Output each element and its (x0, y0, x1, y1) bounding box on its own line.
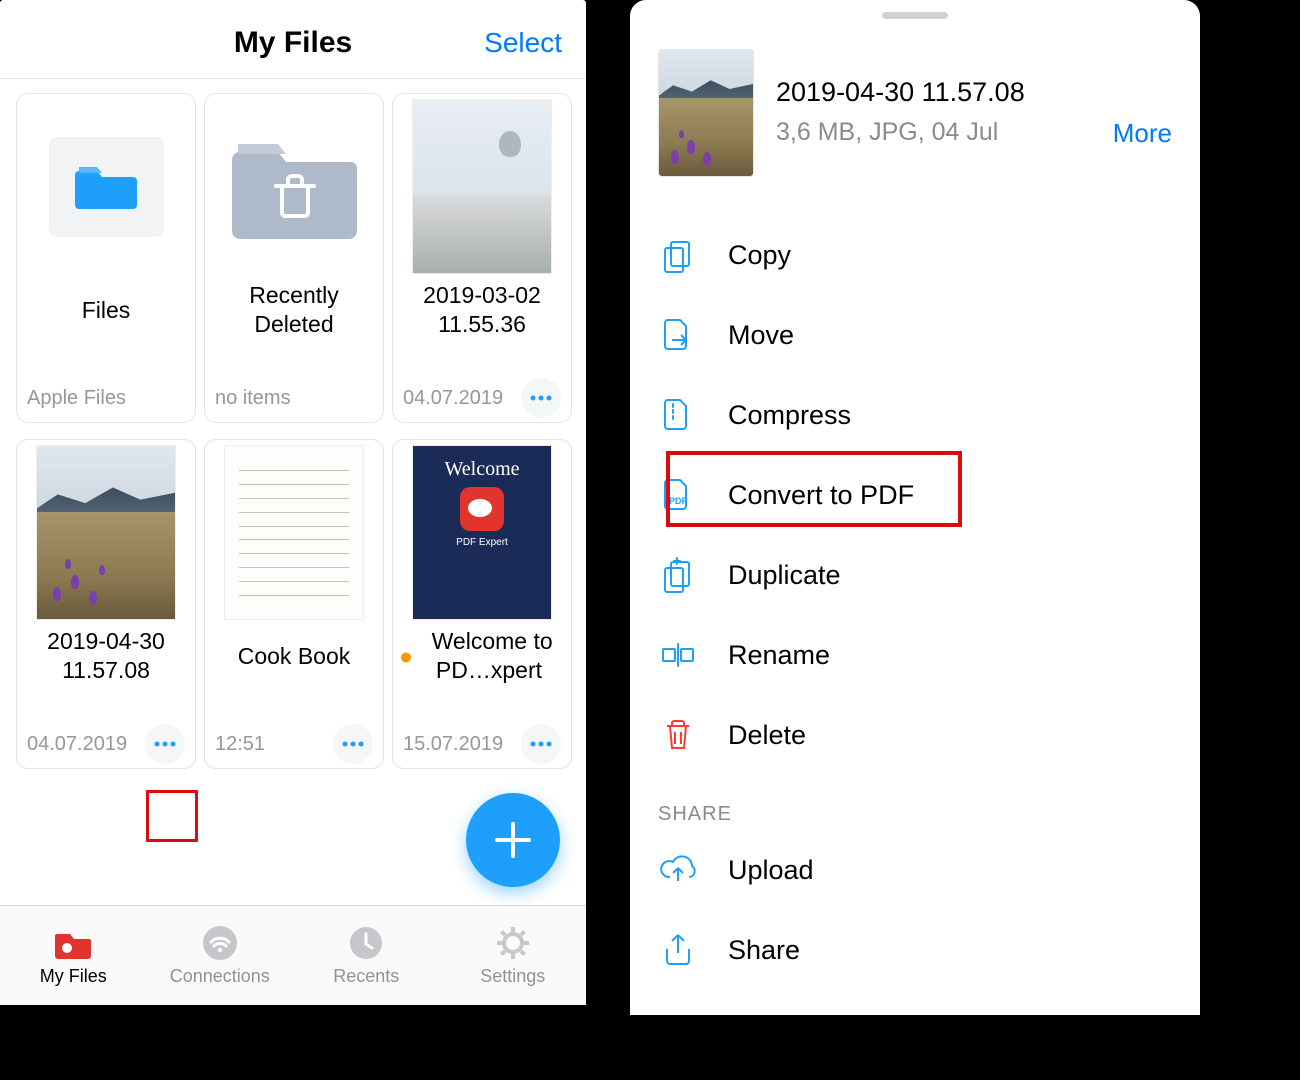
action-label: Convert to PDF (728, 480, 914, 511)
image-thumbnail (393, 94, 571, 279)
tab-recents[interactable]: Recents (293, 906, 440, 1005)
action-label: Copy (728, 240, 791, 271)
move-icon (658, 315, 698, 355)
tab-label: Recents (333, 966, 399, 987)
highlight-annotation (146, 790, 198, 842)
action-compress[interactable]: Compress (630, 375, 1200, 455)
image-thumbnail: Welcome PDF Expert (393, 440, 571, 625)
upload-cloud-icon (658, 850, 698, 890)
welcome-app: PDF Expert (456, 537, 508, 548)
tile-meta: no items (215, 387, 373, 410)
tile-name: 2019-03-02 11.55.36 (393, 279, 571, 341)
svg-text:PDF: PDF (669, 496, 688, 506)
folder-tile-recently-deleted[interactable]: Recently Deleted no items (204, 93, 384, 423)
file-tile-photo-crocus[interactable]: 2019-04-30 11.57.08 04.07.2019 (16, 439, 196, 769)
action-label: Rename (728, 640, 830, 671)
plus-icon (491, 818, 535, 862)
action-convert-to-pdf[interactable]: PDF Convert to PDF (630, 455, 1200, 535)
tile-meta: 15.07.2019 (403, 733, 521, 756)
action-label: Move (728, 320, 794, 351)
tab-label: My Files (40, 966, 107, 987)
folder-tile-files[interactable]: Files Apple Files (16, 93, 196, 423)
file-tile-photo-balloon[interactable]: 2019-03-02 11.55.36 04.07.2019 (392, 93, 572, 423)
file-browser-screen: My Files Select Files Apple Files (0, 0, 586, 1005)
pdf-icon: PDF (658, 475, 698, 515)
file-tile-welcome-pdf[interactable]: Welcome PDF Expert ● ● Welcome to PD…xpe… (392, 439, 572, 769)
welcome-heading: Welcome (444, 458, 519, 481)
nav-bar: My Files Select (0, 7, 586, 79)
action-label: Delete (728, 720, 806, 751)
tab-settings[interactable]: Settings (440, 906, 587, 1005)
sheet-handle[interactable] (882, 12, 948, 19)
tab-myfiles[interactable]: My Files (0, 906, 147, 1005)
tile-meta: Apple Files (27, 387, 185, 410)
image-thumbnail (17, 440, 195, 625)
wifi-icon (201, 924, 239, 962)
tab-label: Settings (480, 966, 545, 987)
tile-name: Cook Book (232, 625, 357, 687)
tab-label: Connections (170, 966, 270, 987)
tile-name: Files (76, 279, 137, 341)
compress-icon (658, 395, 698, 435)
file-thumbnail (658, 49, 754, 177)
sheet-header: 2019-04-30 11.57.08 3,6 MB, JPG, 04 Jul … (630, 19, 1200, 187)
action-move[interactable]: Move (630, 295, 1200, 375)
clock-icon (347, 924, 385, 962)
action-duplicate[interactable]: Duplicate (630, 535, 1200, 615)
action-rename[interactable]: Rename (630, 615, 1200, 695)
action-label: Share (728, 935, 800, 966)
file-name: 2019-04-30 11.57.08 (776, 77, 1172, 108)
file-subtitle: 3,6 MB, JPG, 04 Jul (776, 118, 998, 147)
myfiles-icon (54, 924, 92, 962)
folder-thumbnail (205, 94, 383, 279)
tab-connections[interactable]: Connections (147, 906, 294, 1005)
action-delete[interactable]: Delete (630, 695, 1200, 775)
action-label: Duplicate (728, 560, 841, 591)
folder-thumbnail (17, 94, 195, 279)
more-options-button[interactable] (521, 724, 561, 764)
tile-meta: 12:51 (215, 733, 333, 756)
more-options-button[interactable] (145, 724, 185, 764)
action-share[interactable]: Share (630, 910, 1200, 990)
file-grid: Files Apple Files Rec (0, 79, 586, 769)
action-label: Compress (728, 400, 851, 431)
tab-bar: My Files Connections Recents Settings (0, 905, 586, 1005)
action-copy[interactable]: Copy (630, 215, 1200, 295)
duplicate-icon (658, 555, 698, 595)
share-icon (658, 930, 698, 970)
select-button[interactable]: Select (484, 27, 562, 59)
trash-icon (658, 715, 698, 755)
folder-icon (49, 137, 164, 237)
more-link[interactable]: More (1113, 118, 1172, 149)
gear-icon (494, 924, 532, 962)
action-label: Upload (728, 855, 814, 886)
tile-name: Recently Deleted (205, 279, 383, 341)
add-button[interactable] (466, 793, 560, 887)
tile-name: 2019-04-30 11.57.08 (17, 625, 195, 687)
image-thumbnail (205, 440, 383, 625)
more-options-button[interactable] (521, 378, 561, 418)
share-section-label: SHARE (630, 775, 1200, 830)
trash-folder-icon (232, 134, 357, 239)
copy-icon (658, 235, 698, 275)
action-upload[interactable]: Upload (630, 830, 1200, 910)
more-options-button[interactable] (333, 724, 373, 764)
file-tile-cookbook[interactable]: Cook Book 12:51 (204, 439, 384, 769)
action-sheet: 2019-04-30 11.57.08 3,6 MB, JPG, 04 Jul … (630, 0, 1200, 1015)
tile-meta: 04.07.2019 (27, 733, 145, 756)
tile-name: ● ● Welcome to PD…xpertWelcome to PD…xpe… (393, 625, 571, 687)
page-title: My Files (234, 26, 352, 60)
tile-meta: 04.07.2019 (403, 387, 521, 410)
rename-icon (658, 635, 698, 675)
actions-list: Copy Move Compress PDF Convert to PDF Du… (630, 187, 1200, 990)
